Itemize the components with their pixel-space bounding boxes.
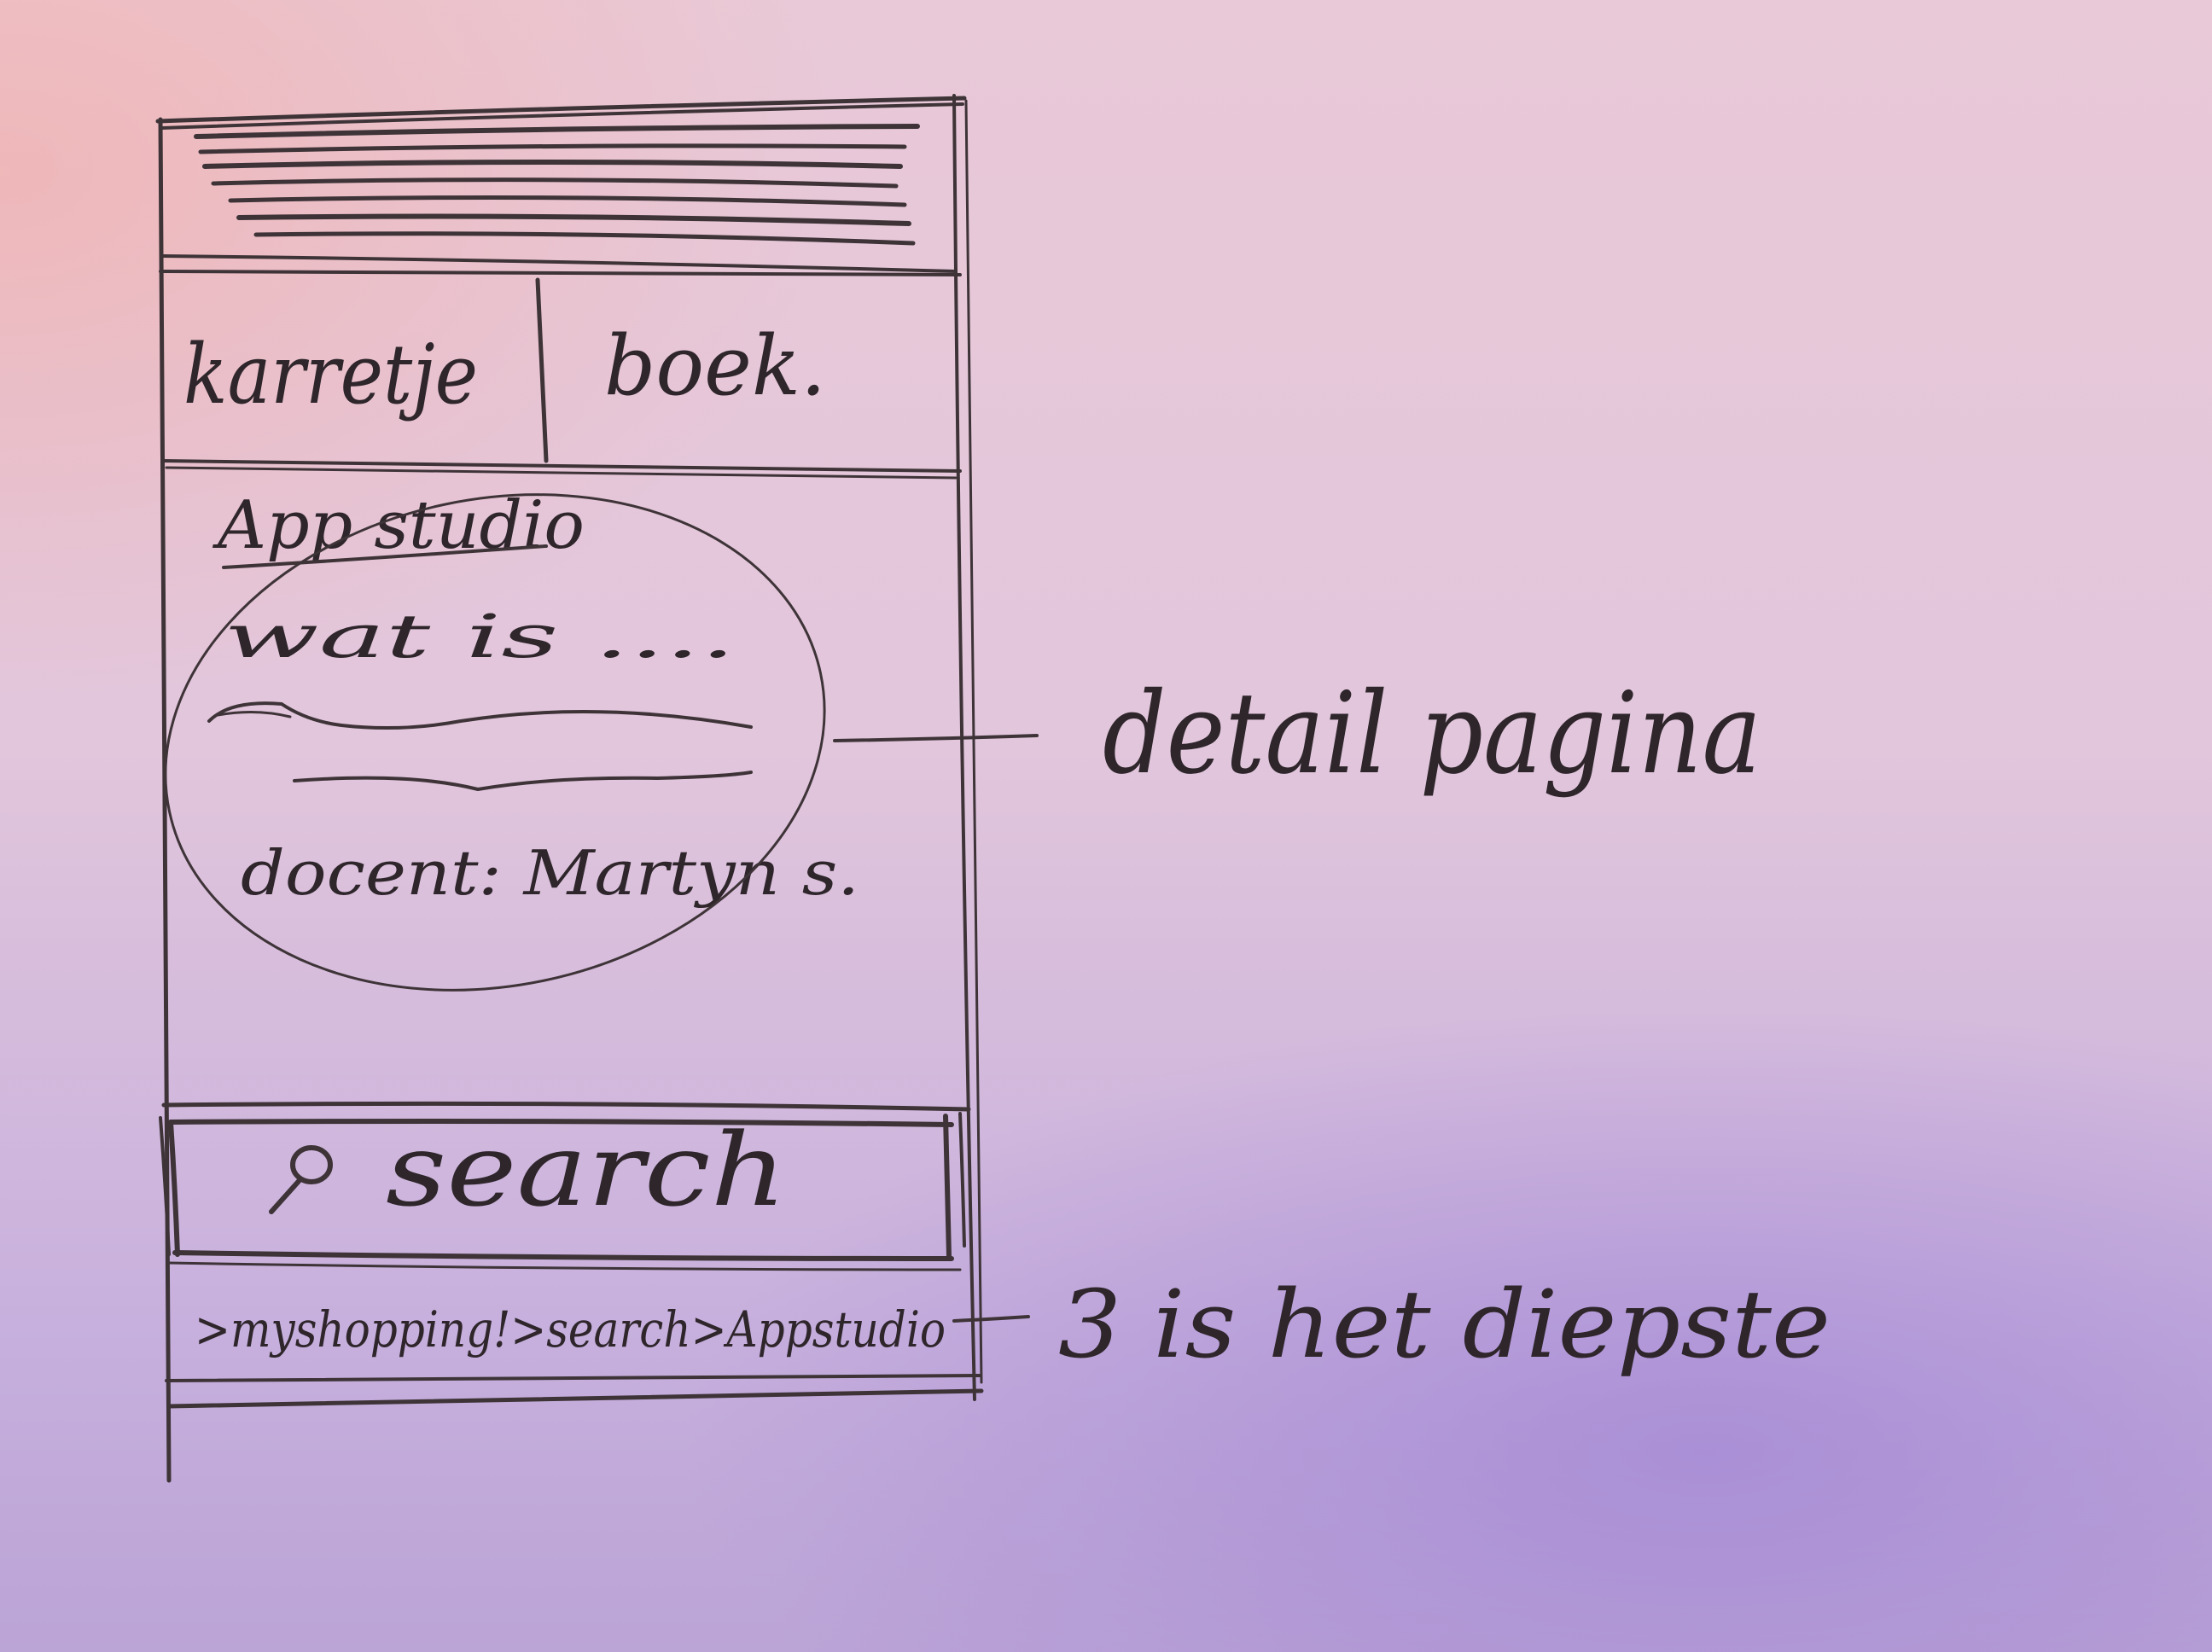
detail-teacher: docent: Martyn s.	[241, 837, 859, 909]
breadcrumb[interactable]: >myshopping!>search>Appstudio	[195, 1300, 946, 1358]
detail-callout: detail pagina	[1103, 668, 1761, 800]
wireframe-sketch: karretje boek. App studio wat is .... do…	[155, 94, 1831, 1483]
breadcrumb-callout-line	[952, 1315, 1030, 1323]
tab-karretje[interactable]: karretje	[183, 327, 478, 422]
phone-frame	[155, 94, 983, 1483]
detail-callout-line	[833, 734, 1039, 742]
breadcrumb-callout: 3 is het diepste	[1058, 1270, 1831, 1379]
bottom-lines	[165, 1374, 984, 1409]
search-label[interactable]: search	[386, 1111, 787, 1229]
tab-boek[interactable]: boek.	[604, 318, 826, 414]
magnifier-icon	[269, 1145, 333, 1214]
detail-text-scribbles	[207, 701, 753, 791]
detail-body: wat is ....	[224, 602, 736, 672]
header-bar	[160, 124, 958, 273]
detail-title: App studio	[212, 487, 585, 564]
